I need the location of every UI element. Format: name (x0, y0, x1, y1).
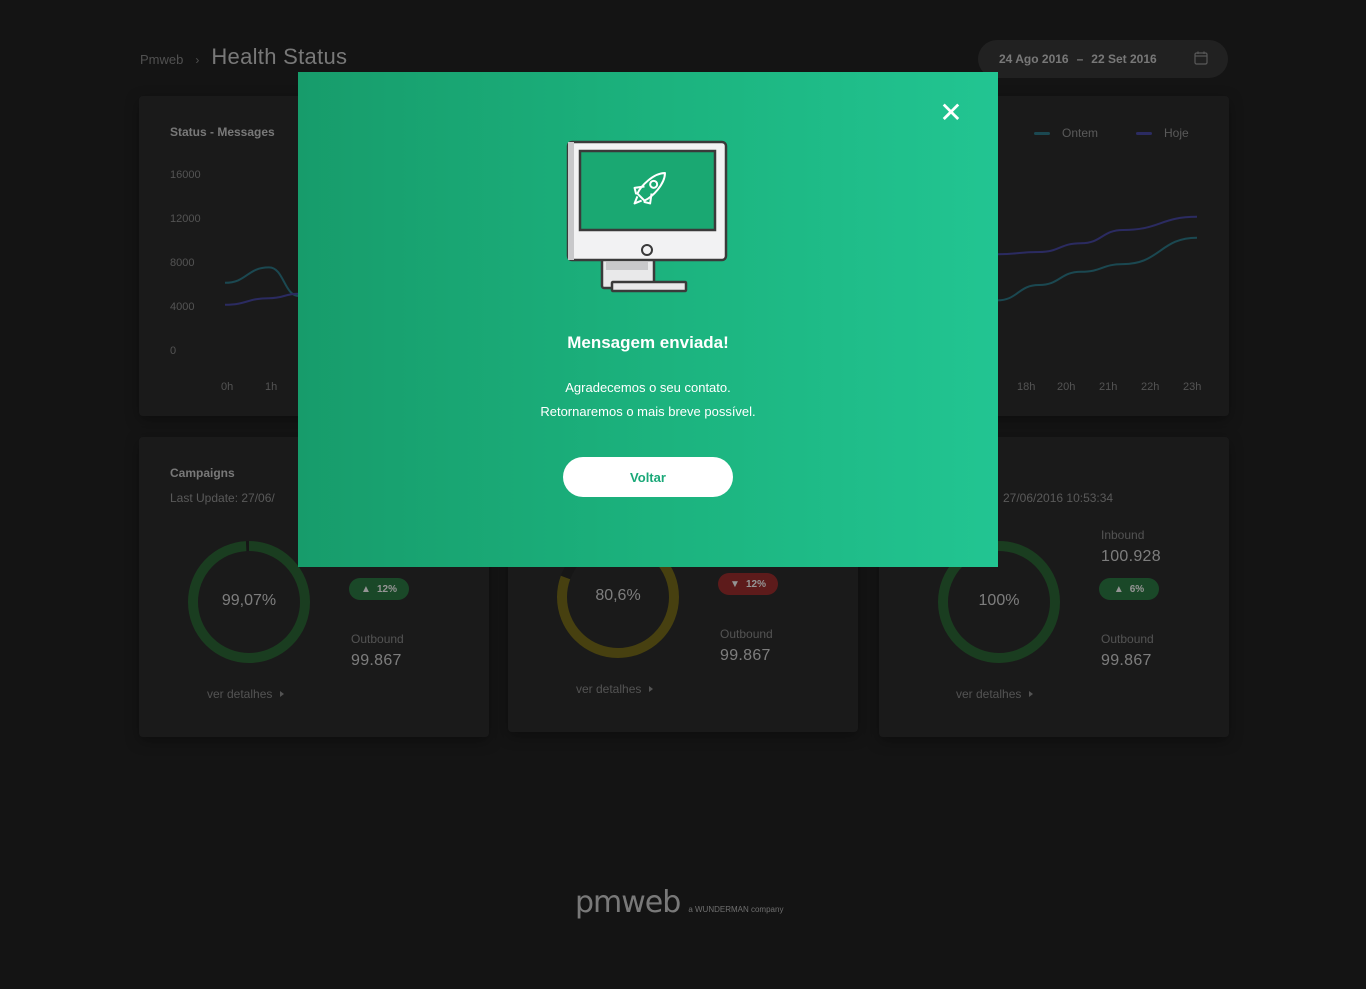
close-icon[interactable]: ✕ (938, 99, 964, 127)
modal-message-line-2: Retornaremos o mais breve possível. (540, 404, 756, 419)
success-modal: ✕ Mensagem enviada! Agradecemos o seu co… (298, 72, 998, 567)
modal-message-line-1: Agradecemos o seu contato. (565, 380, 731, 395)
modal-title: Mensagem enviada! (567, 333, 729, 352)
voltar-button[interactable]: Voltar (563, 457, 733, 497)
monitor-rocket-icon (566, 140, 728, 293)
